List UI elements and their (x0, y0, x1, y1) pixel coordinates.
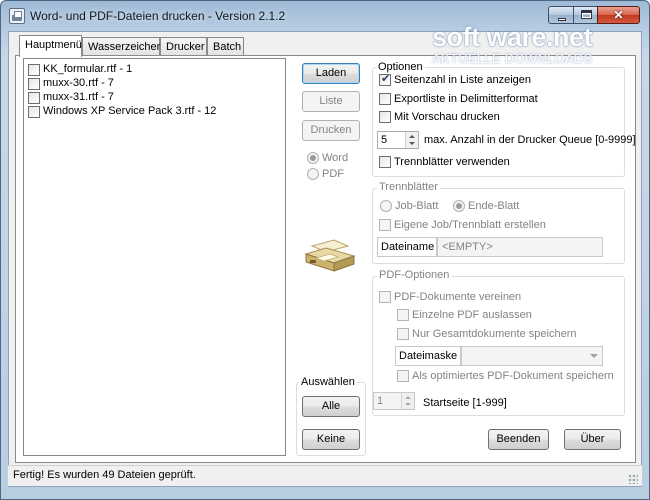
end-sheet-label: Ende-Blatt (468, 200, 520, 212)
merge-pdf-checkbox[interactable] (379, 291, 391, 303)
queue-value: 5 (381, 134, 388, 146)
chevron-down-icon[interactable] (590, 354, 598, 358)
show-page-count-checkbox[interactable] (379, 72, 391, 86)
filename-label: Dateiname (381, 241, 435, 253)
spin-arrows-icon[interactable] (405, 132, 418, 148)
separator-group-title: Trennblätter (377, 181, 440, 193)
queue-label: max. Anzahl in der Drucker Queue [0-9999… (424, 134, 636, 146)
custom-sheet-checkbox[interactable] (379, 219, 391, 231)
custom-sheet-label: Eigene Job/Trennblatt erstellen (394, 219, 546, 231)
file-checkbox[interactable] (28, 78, 40, 90)
close-icon: ✕ (613, 8, 624, 22)
preview-label: Mit Vorschau drucken (394, 111, 500, 123)
spin-arrows-icon[interactable] (401, 393, 414, 409)
file-checkbox[interactable] (28, 64, 40, 76)
mask-label: Dateimaske (399, 350, 458, 362)
about-button[interactable]: Über (564, 429, 621, 450)
watermark-tagline: AKTUELLE DOWNLOADS (432, 51, 593, 66)
printer-app-icon (9, 8, 25, 24)
select-group-title: Auswählen (299, 376, 357, 388)
mask-dropdown[interactable] (461, 346, 603, 366)
skip-single-pdf-label: Einzelne PDF auslassen (412, 309, 532, 321)
quit-button[interactable]: Beenden (488, 429, 549, 450)
export-list-label: Exportliste in Delimitterformat (394, 93, 538, 105)
job-sheet-radio[interactable] (380, 200, 392, 212)
file-label: KK_formular.rtf - 1 (43, 63, 133, 75)
filename-label-box: Dateiname (377, 237, 437, 257)
start-page-value: 1 (377, 395, 384, 407)
optimized-pdf-label: Als optimiertes PDF-Dokument speichern (412, 370, 614, 382)
file-label: Windows XP Service Pack 3.rtf - 12 (43, 105, 217, 117)
show-page-count-label: Seitenzahl in Liste anzeigen (394, 74, 531, 86)
load-button[interactable]: Laden (302, 63, 360, 84)
file-checkbox[interactable] (28, 92, 40, 104)
filename-value: <EMPTY> (442, 241, 493, 253)
separator-sheets-label: Trennblätter verwenden (394, 156, 510, 168)
file-label: muxx-30.rtf - 7 (43, 77, 114, 89)
mode-pdf-label: PDF (322, 168, 344, 180)
file-list[interactable]: KK_formular.rtf - 1 muxx-30.rtf - 7 muxx… (23, 58, 286, 456)
start-page-label: Startseite [1-999] (423, 397, 507, 409)
tab-drucker[interactable]: Drucker (160, 37, 207, 56)
window-title: Word- und PDF-Dateien drucken - Version … (30, 9, 286, 23)
separator-sheets-checkbox[interactable] (379, 156, 391, 168)
file-checkbox[interactable] (28, 106, 40, 118)
pdf-options-group-title: PDF-Optionen (377, 269, 452, 281)
skip-single-pdf-checkbox[interactable] (397, 309, 409, 321)
only-total-checkbox[interactable] (397, 328, 409, 340)
list-button[interactable]: Liste (302, 91, 360, 112)
print-button[interactable]: Drucken (302, 120, 360, 141)
printer-icon (304, 239, 356, 272)
queue-stepper[interactable]: 5 (377, 131, 419, 149)
watermark-logo: soft ware.net (432, 22, 593, 52)
start-page-stepper[interactable]: 1 (373, 392, 415, 410)
end-sheet-radio[interactable] (453, 200, 465, 212)
mode-word-label: Word (322, 152, 349, 164)
select-none-button[interactable]: Keine (302, 429, 360, 450)
tab-batch[interactable]: Batch (207, 37, 244, 56)
job-sheet-label: Job-Blatt (395, 200, 439, 212)
status-text: Fertig! Es wurden 49 Dateien geprüft. (13, 469, 196, 481)
optimized-pdf-checkbox[interactable] (397, 370, 409, 382)
filename-field[interactable]: <EMPTY> (437, 237, 603, 257)
mask-label-box: Dateimaske (395, 346, 461, 366)
file-label: muxx-31.rtf - 7 (43, 91, 114, 103)
merge-pdf-label: PDF-Dokumente vereinen (394, 291, 522, 303)
mode-word-radio[interactable] (307, 152, 319, 164)
tab-hauptmenue[interactable]: Hauptmenü (19, 35, 82, 57)
resize-grip-icon[interactable] (628, 474, 638, 484)
only-total-label: Nur Gesamtdokumente speichern (412, 328, 577, 340)
maximize-icon (581, 10, 592, 19)
close-button[interactable]: ✕ (597, 6, 640, 24)
mode-pdf-radio[interactable] (307, 168, 319, 180)
export-list-checkbox[interactable] (379, 93, 391, 105)
preview-checkbox[interactable] (379, 111, 391, 123)
select-all-button[interactable]: Alle (302, 396, 360, 417)
tab-wasserzeichen[interactable]: Wasserzeichen (82, 37, 163, 56)
minimize-icon (558, 18, 566, 21)
